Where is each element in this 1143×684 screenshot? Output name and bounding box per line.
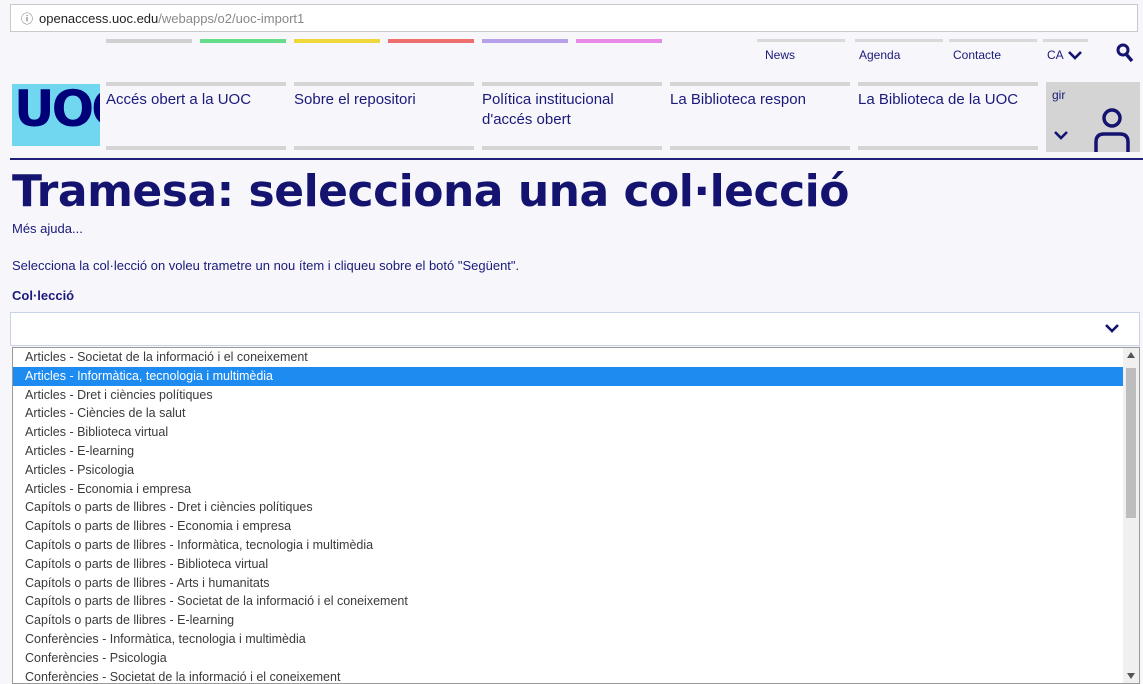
language-selector[interactable]: CA [1047,48,1082,62]
collection-option[interactable]: Capítols o parts de llibres - E-learning [13,611,1123,630]
help-link[interactable]: Més ajuda... [12,221,83,236]
instructions-text: Selecciona la col·lecció on voleu tramet… [12,258,520,273]
collection-option[interactable]: Capítols o parts de llibres - Informàtic… [13,536,1123,555]
nav-label: Política institucional d'accés obert [482,91,614,128]
scroll-down-icon[interactable] [1127,673,1135,679]
color-strip-segment [294,39,380,43]
news-link[interactable]: News [765,48,795,62]
header-divider [10,158,1143,160]
collection-option[interactable]: Articles - Informàtica, tecnologia i mul… [13,366,1123,386]
nav-bar-bottom [858,146,1038,150]
nav-item-institutional-policy[interactable]: Política institucional d'accés obert [482,82,662,152]
color-strip-segment [576,39,662,43]
color-strip-segment [388,39,474,43]
nav-bar-bottom [106,146,286,150]
collection-option[interactable]: Capítols o parts de llibres - Economia i… [13,517,1123,536]
nav-bar-top [858,82,1038,86]
collection-option[interactable]: Articles - Dret i ciències polítiques [13,386,1123,405]
search-icon[interactable] [1116,43,1134,68]
collection-option[interactable]: Capítols o parts de llibres - Societat d… [13,592,1123,611]
nav-item-about-repository[interactable]: Sobre el repositori [294,82,474,152]
language-label: CA [1047,48,1064,62]
color-strip-segment [200,39,286,43]
collection-dropdown-list[interactable]: Articles - Societat de la informació i e… [12,347,1140,684]
nav-label: Sobre el repositori [294,91,416,108]
user-menu-label: gir [1052,88,1066,102]
uoc-logo[interactable]: UOC [12,84,100,146]
utility-divider [757,39,845,42]
nav-label: Accés obert a la UOC [106,91,252,108]
collection-option[interactable]: Articles - Biblioteca virtual [13,423,1123,442]
collection-option[interactable]: Articles - Psicologia [13,461,1123,480]
nav-bar-top [670,82,850,86]
collection-field-label: Col·lecció [12,288,75,303]
nav-item-uoc-library[interactable]: La Biblioteca de la UOC [858,82,1038,152]
nav-label: La Biblioteca de la UOC [858,91,1019,108]
dropdown-scrollbar[interactable] [1123,348,1139,683]
nav-bar-top [106,82,286,86]
nav-bar-top [294,82,474,86]
user-icon [1094,108,1130,152]
nav-bar-bottom [294,146,474,150]
utility-divider [1043,39,1088,42]
agenda-link[interactable]: Agenda [859,48,900,62]
page-title: Tramesa: selecciona una col·lecció [12,166,849,217]
collection-select[interactable] [10,312,1140,346]
contact-link[interactable]: Contacte [953,48,1001,62]
scrollbar-thumb[interactable] [1126,368,1136,518]
color-strip-segment [482,39,568,43]
collection-option[interactable]: Capítols o parts de llibres - Arts i hum… [13,574,1123,593]
nav-bar-bottom [670,146,850,150]
nav-bar-bottom [482,146,662,150]
scroll-up-icon[interactable] [1127,352,1135,358]
collection-option[interactable]: Articles - Societat de la informació i e… [13,348,1123,367]
chevron-down-icon [1054,131,1068,140]
chevron-down-icon [1105,324,1119,333]
collection-option[interactable]: Capítols o parts de llibres - Dret i ciè… [13,498,1123,517]
utility-divider [855,39,943,42]
collection-option[interactable]: Conferències - Informàtica, tecnologia i… [13,630,1123,649]
chevron-down-icon [1067,51,1082,60]
color-strip-segment [106,39,192,43]
collection-option[interactable]: Articles - Ciències de la salut [13,404,1123,423]
url-path: /webapps/o2/uoc-import1 [158,10,305,26]
logo-text: UOC [14,84,100,138]
collection-option[interactable]: Articles - Economia i empresa [13,480,1123,499]
nav-item-library-answers[interactable]: La Biblioteca respon [670,82,850,152]
collection-option[interactable]: Articles - E-learning [13,442,1123,461]
nav-item-open-access[interactable]: Accés obert a la UOC [106,82,286,152]
nav-bar-top [482,82,662,86]
utility-divider [949,39,1037,42]
collection-options: Articles - Societat de la informació i e… [13,348,1123,683]
info-icon[interactable]: ⓘ [21,10,33,27]
address-bar[interactable]: ⓘ openaccess.uoc.edu/webapps/o2/uoc-impo… [10,4,1138,32]
collection-option[interactable]: Conferències - Psicologia [13,649,1123,668]
url-host: openaccess.uoc.edu [39,10,159,26]
collection-option[interactable]: Conferències - Societat de la informació… [13,668,1123,683]
collection-option[interactable]: Capítols o parts de llibres - Biblioteca… [13,555,1123,574]
nav-label: La Biblioteca respon [670,91,806,108]
user-menu[interactable]: gir [1046,82,1140,152]
